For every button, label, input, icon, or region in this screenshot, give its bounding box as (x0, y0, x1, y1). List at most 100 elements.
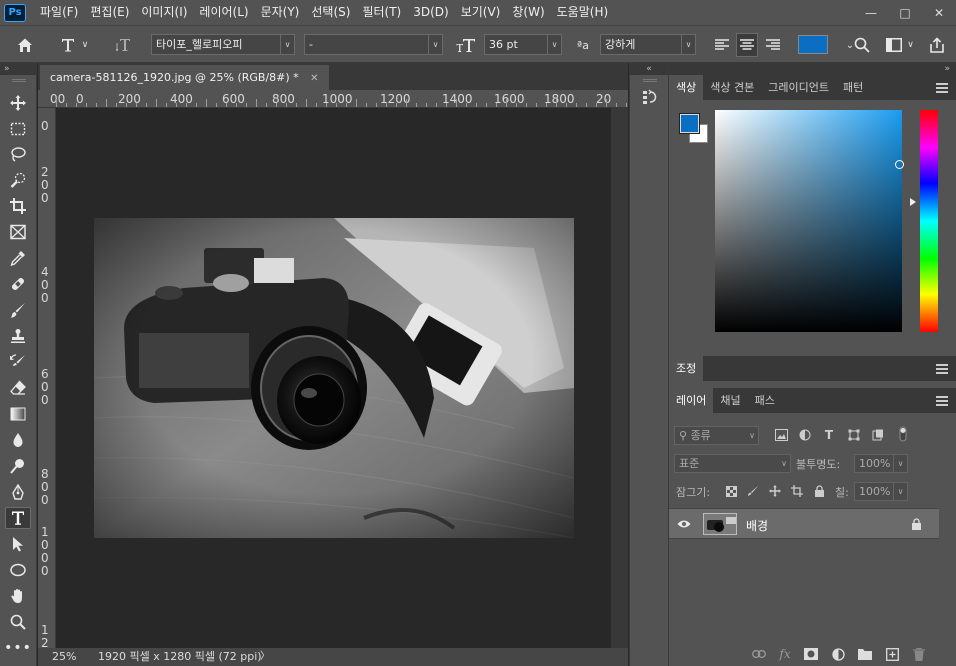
brush-tool[interactable] (5, 299, 31, 321)
type-tool[interactable] (5, 507, 31, 529)
history-brush-tool[interactable] (5, 351, 31, 373)
menu-item-7[interactable]: 3D(D) (407, 0, 454, 25)
layer-name[interactable]: 배경 (746, 517, 768, 534)
document-image[interactable] (94, 218, 574, 538)
new-adjustment-button[interactable] (830, 646, 846, 662)
blur-tool[interactable] (5, 429, 31, 451)
panel-menu-icon[interactable] (936, 396, 948, 406)
stamp-tool[interactable] (5, 325, 31, 347)
hue-slider[interactable] (920, 110, 938, 332)
lock-image-pixels-button[interactable] (746, 484, 760, 498)
move-tool[interactable] (5, 92, 31, 114)
lock-artboard-button[interactable] (790, 484, 804, 498)
ellipse-tool[interactable] (5, 559, 31, 581)
filter-shape-layer-button[interactable] (846, 427, 862, 443)
tab-channels[interactable]: 채널 (713, 388, 747, 413)
menu-item-4[interactable]: 문자(Y) (255, 0, 306, 25)
foreground-color-swatch[interactable] (679, 113, 700, 134)
blend-mode-select[interactable]: 표준 ∨ (674, 454, 791, 473)
menu-item-6[interactable]: 필터(T) (356, 0, 407, 25)
menu-item-3[interactable]: 레이어(L) (193, 0, 254, 25)
panel-menu-icon[interactable] (936, 83, 948, 93)
add-mask-button[interactable] (803, 646, 819, 662)
eyedropper-tool[interactable] (5, 247, 31, 269)
opacity-input[interactable]: 100% ∨ (854, 454, 908, 473)
maximize-button[interactable]: □ (888, 0, 922, 25)
lock-position-button[interactable] (768, 484, 782, 498)
gradient-tool[interactable] (5, 403, 31, 425)
saturation-brightness-field[interactable] (715, 110, 904, 332)
frame-tool[interactable] (5, 221, 31, 243)
document-tab[interactable]: camera-581126_1920.jpg @ 25% (RGB/8#) * … (40, 65, 329, 90)
crop-tool[interactable] (5, 195, 31, 217)
new-group-button[interactable] (857, 646, 873, 662)
search-button[interactable] (852, 33, 872, 57)
menu-item-1[interactable]: 편집(E) (84, 0, 135, 25)
align-center-button[interactable] (736, 33, 758, 57)
close-button[interactable]: ✕ (922, 0, 956, 25)
new-layer-button[interactable] (884, 646, 900, 662)
filter-adjustment-layer-button[interactable] (797, 427, 813, 443)
tab-paths[interactable]: 패스 (748, 388, 782, 413)
tab-adjustments[interactable]: 조정 (669, 356, 704, 381)
hue-slider-handle[interactable] (910, 198, 916, 206)
pen-tool[interactable] (5, 481, 31, 503)
menu-item-9[interactable]: 창(W) (506, 0, 550, 25)
vertical-scrollbar[interactable] (611, 108, 628, 648)
menu-item-5[interactable]: 선택(S) (305, 0, 356, 25)
text-orientation-button[interactable] (114, 33, 136, 57)
tab-gradients[interactable]: 그레이디언트 (761, 75, 836, 100)
align-right-button[interactable] (763, 33, 783, 57)
lasso-tool[interactable] (5, 143, 31, 165)
tab-swatches[interactable]: 색상 견본 (703, 75, 761, 100)
fx-button[interactable]: fx (777, 646, 793, 662)
dodge-tool[interactable] (5, 455, 31, 477)
zoom-level[interactable]: 25% (52, 648, 76, 666)
status-menu-button[interactable]: 〉 (260, 648, 270, 666)
filter-pixel-layer-button[interactable] (773, 427, 789, 443)
layer-visibility-eye-icon[interactable] (676, 516, 692, 532)
layer-row[interactable]: 배경 (669, 508, 939, 539)
hand-tool[interactable] (5, 585, 31, 607)
antialias-select[interactable]: 강하게 ∨ (600, 34, 696, 55)
lock-transparent-pixels-button[interactable] (724, 484, 738, 498)
link-layers-button[interactable] (751, 646, 767, 662)
font-family-select[interactable]: 타이포_헬로피오피 ∨ (151, 34, 295, 55)
panel-menu-icon[interactable] (936, 364, 948, 374)
eraser-tool[interactable] (5, 377, 31, 399)
filter-smart-object-button[interactable] (870, 427, 886, 443)
mid-collapse-strip[interactable]: « (630, 63, 668, 75)
font-style-select[interactable]: - ∨ (304, 34, 443, 55)
workspace-button[interactable]: ∨ (882, 33, 918, 57)
minimize-button[interactable]: — (854, 0, 888, 25)
more-tools-button[interactable]: ••• (4, 637, 31, 659)
fill-input[interactable]: 100% ∨ (854, 482, 908, 501)
color-picker-cursor[interactable] (895, 160, 904, 169)
menu-item-2[interactable]: 이미지(I) (135, 0, 193, 25)
filter-type-layer-button[interactable]: T (821, 427, 837, 443)
close-tab-button[interactable]: ✕ (310, 73, 318, 84)
share-button[interactable] (926, 33, 948, 57)
menu-item-10[interactable]: 도움말(H) (551, 0, 615, 25)
align-left-button[interactable] (712, 33, 732, 57)
home-button[interactable] (12, 33, 38, 57)
marquee-tool[interactable] (5, 118, 31, 140)
font-size-select[interactable]: 36 pt ∨ (484, 34, 562, 55)
path-select-tool[interactable] (5, 533, 31, 555)
tools-collapse-strip[interactable]: » (0, 63, 36, 75)
tab-patterns[interactable]: 패턴 (836, 75, 870, 100)
history-panel-button[interactable] (639, 87, 661, 107)
zoom-tool[interactable] (5, 611, 31, 633)
text-color-swatch[interactable] (798, 35, 828, 54)
canvas-area[interactable] (56, 108, 611, 648)
delete-layer-button[interactable] (911, 646, 927, 662)
filter-toggle-button[interactable] (897, 425, 909, 443)
right-collapse-strip[interactable]: » (669, 63, 956, 75)
quick-select-tool[interactable] (5, 169, 31, 191)
text-tool-preset-picker[interactable]: ∨ (54, 33, 94, 57)
healing-brush-tool[interactable] (5, 273, 31, 295)
menu-item-8[interactable]: 보기(V) (455, 0, 507, 25)
tab-color[interactable]: 색상 (669, 75, 704, 100)
menu-item-0[interactable]: 파일(F) (34, 0, 84, 25)
lock-all-button[interactable] (812, 484, 826, 498)
